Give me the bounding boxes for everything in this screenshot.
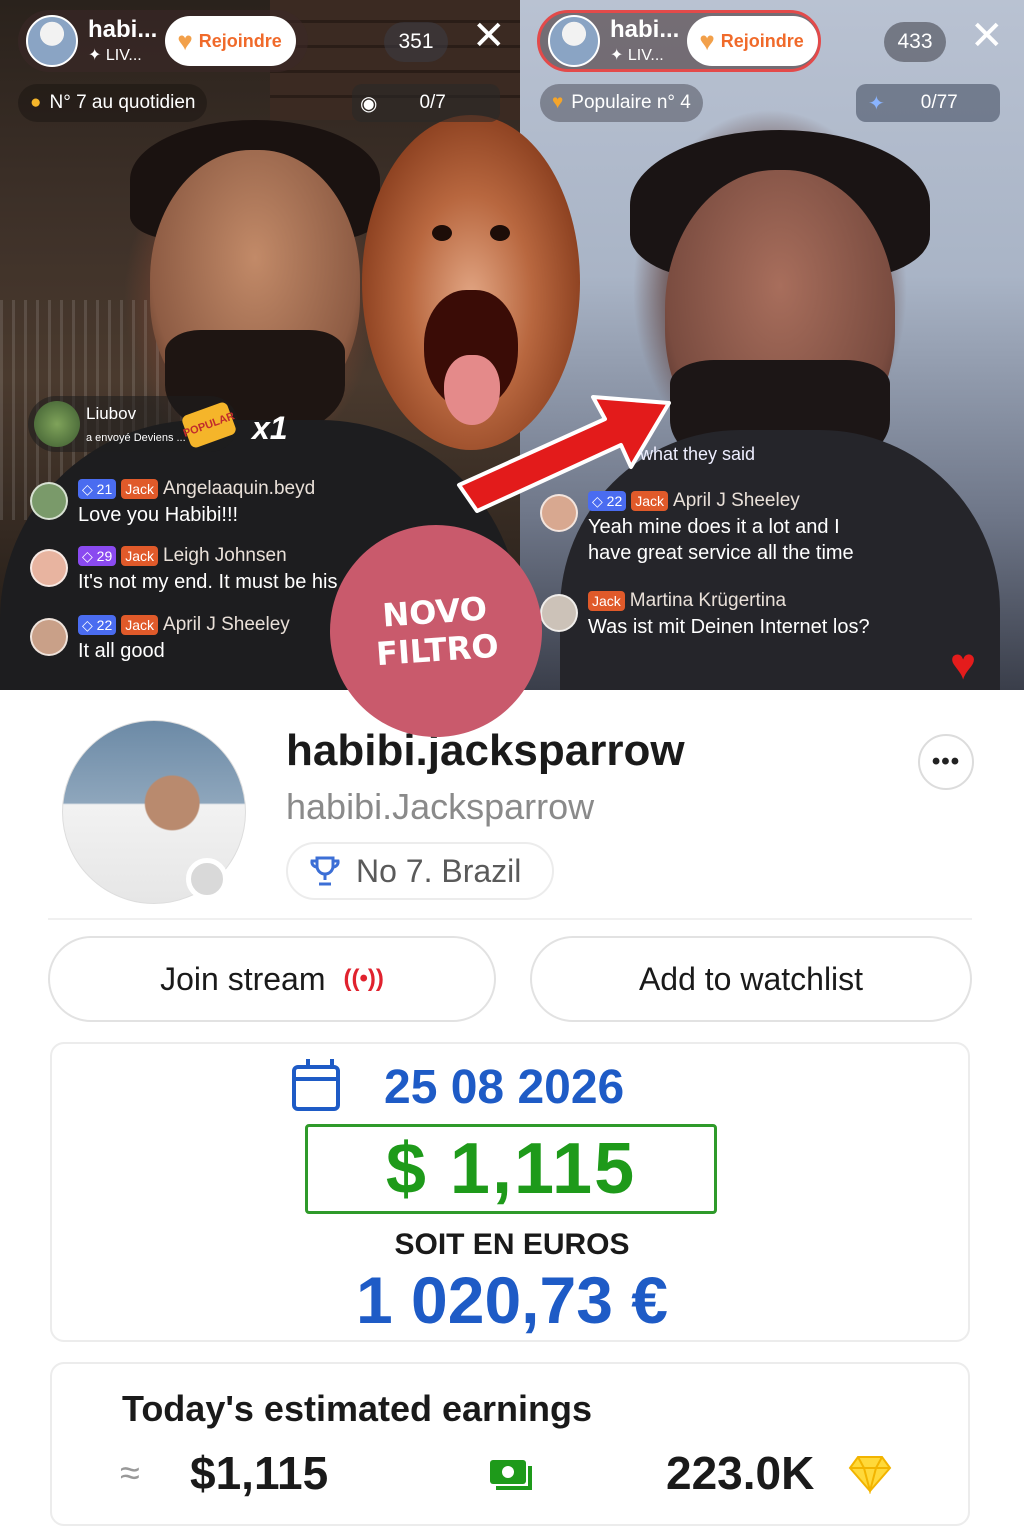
chat-avatar[interactable] [540, 494, 578, 532]
chat-text: Was ist mit Deinen Internet los? [588, 616, 870, 638]
chat-text: Love you Habibi!!! [78, 504, 239, 526]
cash-icon [490, 1460, 532, 1490]
live-broadcast-icon: ((•)) [343, 965, 384, 992]
host-status: ✦ LIV... [610, 47, 664, 64]
heart-icon[interactable]: ♥ [950, 640, 976, 690]
globe-icon: ◉ [360, 92, 378, 115]
status-dot [186, 858, 228, 900]
goal-label: 0/77 [920, 92, 958, 113]
viewer-count[interactable]: 351 [384, 22, 448, 62]
flame-icon: ● [30, 92, 42, 113]
chat-text: It all good [78, 640, 165, 662]
gift-multiplier: x1 [252, 410, 288, 446]
join-button[interactable]: ♥ Rejoindre [165, 16, 296, 66]
chat-message[interactable]: Jack Martina Krügertina Was ist mit Dein… [540, 590, 870, 640]
screen: habi... ✦ LIV... ♥ Rejoindre 351 ✕ ● N° … [0, 0, 1024, 1536]
gift-text: a envoyé Deviens ... [86, 432, 186, 444]
join-button[interactable]: ♥ Rejoindre [687, 16, 818, 66]
daily-rank-pill[interactable]: ● N° 7 au quotidien [18, 84, 208, 122]
goal-pill[interactable]: ◉ 0/7 [352, 84, 500, 122]
host-name: habi... [88, 16, 158, 43]
trophy-icon [310, 856, 340, 886]
calendar-icon [292, 1058, 340, 1111]
fan-badge: Jack [631, 491, 669, 511]
fan-badge: Jack [121, 615, 159, 635]
chat-user[interactable]: Leigh Johnsen [163, 545, 287, 567]
level-badge: ◇ 29 [78, 546, 117, 566]
fan-badge: Jack [121, 546, 159, 566]
chat-avatar[interactable] [30, 482, 68, 520]
heart-plus-icon: ♥ [699, 25, 715, 56]
gift-sender: Liubov [86, 404, 137, 423]
host-name: habi... [610, 16, 680, 43]
join-stream-button[interactable]: Join stream ((•)) [48, 936, 496, 1022]
host-avatar[interactable] [26, 15, 78, 67]
level-badge: ◇ 21 [78, 479, 117, 499]
profile-handle: habibi.Jacksparrow [286, 786, 595, 827]
earnings-usd: $1,115 [190, 1447, 329, 1499]
level-badge: ◇ 22 [78, 615, 117, 635]
filtro-line2: FILTRO [374, 626, 500, 674]
approx-symbol: ≈ [120, 1452, 140, 1493]
monkey-eye [490, 225, 510, 241]
chat-user[interactable]: Martina Krügertina [630, 590, 786, 612]
rank-chip[interactable]: No 7. Brazil [286, 842, 554, 900]
profile-display-name: habibi.jacksparrow [286, 726, 685, 775]
heart-icon: ♥ [552, 92, 564, 113]
chat-message[interactable]: ◇ 22 Jack April J Sheeley It all good [30, 614, 290, 664]
eur-amount: 1 020,73 € [356, 1263, 668, 1337]
euro-caption: SOIT EN EUROS [394, 1228, 630, 1261]
viewer-count[interactable]: 433 [884, 22, 946, 62]
more-icon[interactable]: ••• [918, 734, 974, 790]
chat-avatar[interactable] [540, 594, 578, 632]
earnings-diamonds: 223.0K [666, 1447, 815, 1499]
daily-rank-label: N° 7 au quotidien [49, 92, 196, 113]
date-row: 25 08 2026 [292, 1058, 625, 1115]
fan-badge: Jack [588, 591, 625, 611]
join-stream-label: Join stream [160, 960, 326, 997]
chat-text: Yeah mine does it a lot and I have great… [588, 516, 854, 564]
close-icon[interactable]: ✕ [970, 16, 1004, 56]
chat-message[interactable]: ◇ 21 Jack Angelaaquin.beyd Love you Habi… [30, 478, 315, 528]
chat-avatar[interactable] [30, 549, 68, 587]
diamond-icon [848, 1456, 892, 1494]
right-host-pill[interactable]: habi... ✦ LIV... ♥ Rejoindre [537, 10, 821, 72]
goal-pill[interactable]: ✦ 0/77 [856, 84, 1000, 122]
popular-rank-label: Populaire n° 4 [571, 92, 691, 113]
goal-label: 0/7 [419, 92, 446, 113]
chat-message[interactable]: ◇ 29 Jack Leigh Johnsen It's not my end.… [30, 545, 337, 595]
date-value: 25 08 2026 [384, 1061, 625, 1114]
join-label: Rejoindre [720, 30, 804, 51]
left-host-pill[interactable]: habi... ✦ LIV... ♥ Rejoindre [18, 10, 308, 72]
host-status: ✦ LIV... [88, 47, 142, 64]
partial-comment: what they said [640, 444, 756, 464]
sparkle-icon: ✦ [868, 92, 885, 115]
popular-rank-pill[interactable]: ♥ Populaire n° 4 [540, 84, 703, 122]
rank-chip-label: No 7. Brazil [356, 852, 522, 889]
add-to-watchlist-button[interactable]: Add to watchlist [530, 936, 972, 1022]
host-avatar[interactable] [548, 15, 600, 67]
watchlist-label: Add to watchlist [638, 960, 864, 997]
close-icon[interactable]: ✕ [472, 16, 506, 56]
heart-plus-icon: ♥ [177, 25, 193, 56]
chat-message[interactable]: ◇ 22 Jack April J Sheeley Yeah mine does… [540, 490, 870, 566]
chat-user[interactable]: Angelaaquin.beyd [163, 478, 315, 500]
chat-text: It's not my end. It must be his [78, 571, 338, 593]
earnings-title: Today's estimated earnings [122, 1388, 593, 1429]
usd-amount: $ 1,115 [305, 1124, 717, 1214]
chat-user[interactable]: April J Sheeley [673, 490, 800, 512]
earnings-card [50, 1362, 970, 1526]
divider [48, 918, 972, 920]
chat-user[interactable]: April J Sheeley [163, 614, 290, 636]
monkey-eye [432, 225, 452, 241]
chat-avatar[interactable] [30, 618, 68, 656]
fan-badge: Jack [121, 479, 159, 499]
gift-sender-avatar [34, 401, 80, 447]
join-label: Rejoindre [198, 30, 282, 51]
level-badge: ◇ 22 [588, 491, 627, 511]
